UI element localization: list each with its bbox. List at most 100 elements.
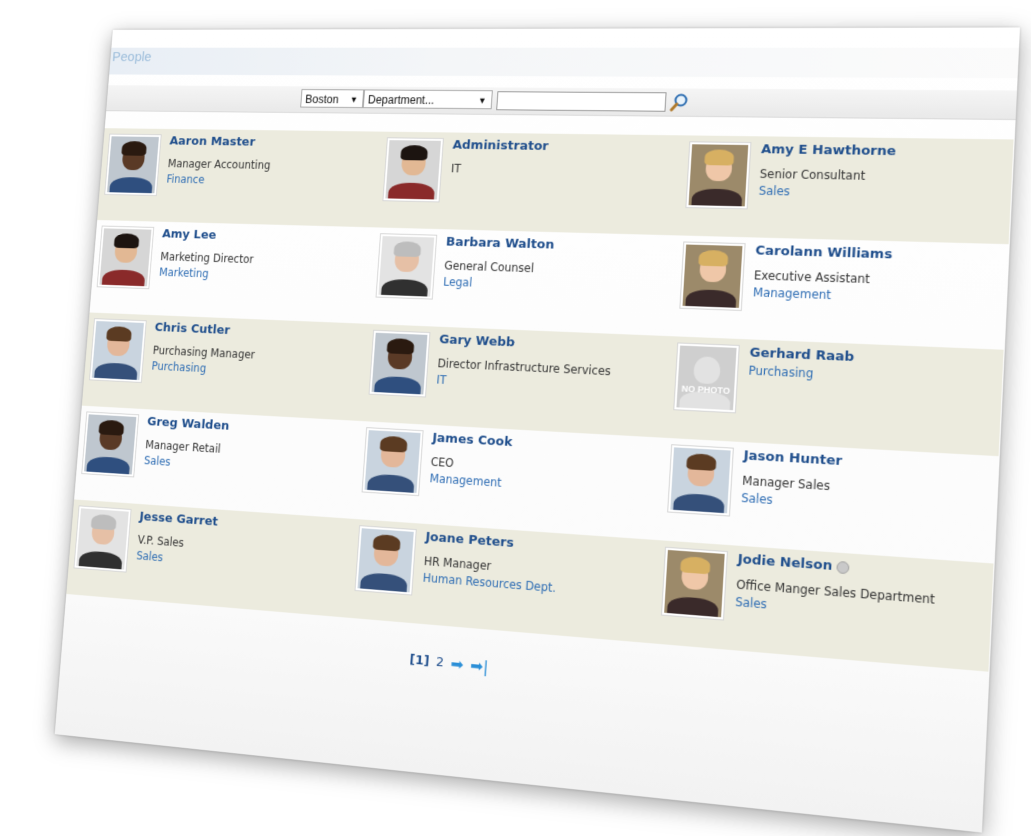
person-info: Gary Webb Director Infrastructure Service… [436,333,665,398]
person-photo[interactable] [368,329,431,398]
department-select-value: Department... [367,93,435,107]
person-info: Jesse Garret V.P. Sales Sales [136,510,348,579]
person-name-link[interactable]: Amy Lee [162,227,370,247]
person-photo[interactable] [375,233,438,300]
person-card[interactable]: Carolann Williams Executive Assistant Mana… [672,235,1009,349]
person-photo[interactable] [89,318,147,383]
person-photo[interactable] [679,241,746,311]
person-name-link[interactable]: Gary Webb [439,333,666,357]
pager: [1] 2 ➡ ➡| [409,651,492,677]
avatar [107,136,159,194]
person-card[interactable]: Jodie Nelson Office Manger Sales Departme… [653,540,994,672]
avatar [378,236,435,297]
person-photo[interactable] [81,411,140,478]
filter-bar: Boston ▼ Department... ▼ [106,85,1018,121]
person-card[interactable]: Gary Webb Director Infrastructure Service… [361,323,672,438]
person-name: Jesse Garret [139,509,219,530]
person-card[interactable]: Administrator IT [375,131,684,236]
person-card[interactable]: Chris Cutler Purchasing Manager Purchasing [81,312,369,422]
person-card[interactable]: NO PHOTO Gerhard Raab Purchasing [665,336,1004,457]
person-name-link[interactable]: James Cook [432,431,659,459]
next-arrow-icon[interactable]: ➡ [450,654,464,674]
person-photo[interactable] [73,505,132,573]
person-photo[interactable] [361,427,424,497]
person-info: Amy E Hawthorne Senior Consultant Sales [758,142,1006,203]
person-name: Greg Walden [146,414,230,434]
person-info: Administrator IT [450,138,677,182]
person-job-title: Senior Consultant [759,166,866,183]
people-grid: Aaron Master Manager Accounting Finance Amy… [66,128,1015,672]
avatar [84,414,137,475]
person-card[interactable]: Joane Peters HR Manager Human Resources De… [347,518,660,644]
people-panel: People Boston ▼ Department... ▼ Aaron Ma… [54,27,1020,833]
person-info: Jason Hunter Manager Sales Sales [741,448,992,521]
person-name: Joane Peters [425,529,515,551]
pager-current: [1] [409,652,430,670]
person-card[interactable]: Amy E Hawthorne Senior Consultant Sales [677,135,1014,245]
person-job-title: Manager Accounting [167,157,271,172]
person-department-link[interactable]: Sales [758,184,1004,203]
avatar [76,508,129,570]
search-input[interactable] [496,91,667,112]
title-bar [109,47,1020,79]
person-name: Jason Hunter [743,448,843,470]
person-department-link[interactable]: Finance [166,173,373,190]
person-info: Joane Peters HR Manager Human Resources De… [422,530,653,603]
chevron-down-icon: ▼ [477,95,487,106]
person-name: Amy Lee [161,227,217,243]
avatar [688,144,749,207]
person-name: Carolann Williams [754,243,893,263]
person-photo[interactable] [667,444,734,517]
person-info: Greg Walden Manager Retail Sales [144,415,356,480]
person-info: Gerhard Raab Purchasing [748,345,997,389]
person-photo[interactable] [660,546,728,621]
avatar [99,228,152,287]
person-card[interactable]: Barbara Walton General Counsel Legal [368,227,678,336]
person-card[interactable]: Aaron Master Manager Accounting Finance [97,128,382,228]
location-select-value: Boston [304,92,340,106]
person-name: James Cook [431,430,513,450]
location-select[interactable]: Boston ▼ [300,89,365,109]
person-card[interactable]: Jesse Garret V.P. Sales Sales [66,499,355,618]
presence-status-icon[interactable] [836,560,850,574]
person-name-link[interactable]: Greg Walden [147,415,356,441]
search-icon[interactable] [669,92,690,112]
person-photo[interactable] [104,133,162,197]
person-photo[interactable] [96,225,155,290]
person-name: Gerhard Raab [749,345,855,366]
person-name-link[interactable]: Aaron Master [169,134,376,151]
pager-page-link[interactable]: 2 [436,655,445,671]
person-info: Jodie Nelson Office Manger Sales Departme… [735,552,987,629]
stage: People Boston ▼ Department... ▼ Aaron Ma… [0,0,1031,836]
people-column: Aaron Master Manager Accounting Finance Amy… [66,128,382,618]
avatar [385,140,441,200]
person-name: Chris Cutler [154,320,231,338]
avatar [91,320,144,381]
page-title: People [111,49,153,65]
person-name: Gary Webb [438,332,516,351]
person-name-link[interactable]: Chris Cutler [154,321,362,344]
person-photo[interactable] [382,137,444,203]
person-info: Barbara Walton General Counsel Legal [443,235,672,296]
person-info: Chris Cutler Purchasing Manager Purchasing [151,321,362,383]
avatar [371,332,428,395]
chevron-down-icon: ▼ [349,94,359,105]
last-arrow-icon[interactable]: ➡| [470,656,489,676]
avatar [670,447,731,514]
person-name: Barbara Walton [445,234,555,253]
person-name: Amy E Hawthorne [760,142,897,160]
person-card[interactable]: Amy Lee Marketing Director Marketing [90,220,376,324]
person-name-link[interactable]: Administrator [452,138,677,156]
person-name-link[interactable]: Barbara Walton [446,235,672,256]
person-photo[interactable]: NO PHOTO [673,342,740,414]
person-name-link[interactable]: Amy E Hawthorne [761,142,1007,161]
avatar [664,549,725,618]
person-photo[interactable] [685,141,752,210]
person-info: Aaron Master Manager Accounting Finance [166,134,376,189]
person-photo[interactable] [354,525,417,596]
person-info: Amy Lee Marketing Director Marketing [159,227,370,286]
person-name: Jodie Nelson [737,551,833,575]
department-select[interactable]: Department... ▼ [362,89,493,110]
person-name-link[interactable]: Carolann Williams [755,243,1002,265]
person-info: James Cook CEO Management [429,431,659,500]
